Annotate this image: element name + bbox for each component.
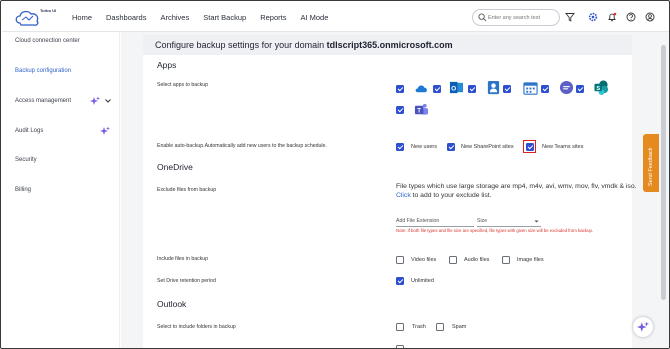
checkbox-audio-files[interactable] bbox=[449, 256, 457, 264]
sidebar-item-access-management[interactable]: Access management bbox=[15, 98, 71, 104]
checkbox-app-calendar[interactable] bbox=[541, 85, 549, 93]
contacts-icon bbox=[487, 80, 500, 95]
svg-text:O: O bbox=[451, 85, 456, 92]
send-feedback-button[interactable]: Send Feedback bbox=[643, 134, 659, 192]
video-files-label: Video files bbox=[411, 257, 437, 263]
section-onedrive-heading: OneDrive bbox=[157, 162, 193, 172]
auto-backup-label: Enable auto-backup.Automatically add new… bbox=[157, 143, 327, 149]
scrollbar-thumb[interactable] bbox=[661, 45, 666, 300]
sidebar-item-security[interactable]: Security bbox=[15, 157, 37, 163]
nav-dashboards[interactable]: Dashboards bbox=[106, 13, 146, 22]
trash-label: Trash bbox=[412, 324, 426, 330]
checkbox-new-users[interactable] bbox=[396, 143, 404, 151]
filter-icon[interactable] bbox=[565, 12, 575, 22]
checkbox-app-contacts[interactable] bbox=[503, 85, 511, 93]
settings-panel: Configure backup settings for your domai… bbox=[143, 35, 637, 348]
nav-home[interactable]: Home bbox=[72, 13, 92, 22]
bell-icon[interactable] bbox=[607, 12, 617, 22]
sidebar: Cloud connection center Backup configura… bbox=[2, 32, 120, 348]
section-apps-heading: Apps bbox=[157, 60, 177, 70]
checkbox-app-chat[interactable] bbox=[576, 85, 584, 93]
nav-reports[interactable]: Reports bbox=[260, 13, 286, 22]
exclude-files-label: Exclude files from backup bbox=[157, 187, 217, 193]
retention-label: Set Drive retention period bbox=[157, 278, 216, 284]
checkbox-unlimited[interactable] bbox=[396, 277, 404, 285]
checkbox-trash[interactable] bbox=[396, 323, 404, 331]
sidebar-item-billing[interactable]: Billing bbox=[15, 187, 31, 193]
unlimited-label: Unlimited bbox=[411, 278, 434, 284]
image-files-label: Image files bbox=[517, 257, 544, 263]
nav-start-backup[interactable]: Start Backup bbox=[203, 13, 246, 22]
checkbox-new-teams-sites[interactable] bbox=[526, 143, 534, 151]
ai-sparkle-icon bbox=[90, 96, 100, 105]
checkbox-spam[interactable] bbox=[436, 323, 444, 331]
sidebar-item-audit-logs[interactable]: Audit Logs bbox=[15, 128, 43, 134]
chevron-down-icon[interactable] bbox=[103, 96, 113, 106]
include-files-label: Include files in backup bbox=[157, 256, 209, 262]
checkbox-more-folder[interactable] bbox=[396, 345, 404, 348]
nav-ai-mode[interactable]: AI Mode bbox=[300, 13, 328, 22]
checkbox-new-sharepoint-sites[interactable] bbox=[447, 143, 455, 151]
search-box[interactable] bbox=[472, 9, 560, 26]
teams-chat-icon bbox=[559, 80, 574, 95]
sidebar-item-cloud-connection[interactable]: Cloud connection center bbox=[15, 38, 80, 44]
outlook-icon: O bbox=[449, 81, 464, 94]
spam-label: Spam bbox=[452, 324, 467, 330]
checkbox-video-files[interactable] bbox=[396, 256, 404, 264]
page-title: Configure backup settings for your domai… bbox=[143, 35, 632, 55]
checkbox-app-onedrive[interactable] bbox=[396, 85, 404, 93]
top-header: Turbo UI Home Dashboards Archives Start … bbox=[2, 2, 669, 32]
svg-text:S: S bbox=[596, 86, 600, 92]
audio-files-label: Audio files bbox=[464, 257, 490, 263]
exclude-note-text: Note: If both file types and file size a… bbox=[396, 228, 594, 233]
search-input[interactable] bbox=[488, 12, 556, 23]
teams-icon: T bbox=[414, 103, 429, 115]
size-underline bbox=[477, 226, 541, 227]
ai-sparkle-icon bbox=[100, 126, 110, 135]
include-folders-label: Select to include folders in backup bbox=[157, 324, 236, 330]
main-nav: Home Dashboards Archives Start Backup Re… bbox=[72, 2, 342, 32]
sidebar-item-backup-configuration[interactable]: Backup configuration bbox=[15, 68, 71, 74]
ai-sparkle-icon bbox=[637, 321, 649, 332]
new-users-label: New users bbox=[411, 144, 437, 150]
gear-icon[interactable] bbox=[588, 12, 598, 22]
section-outlook-heading: Outlook bbox=[157, 299, 187, 309]
ai-assistant-button[interactable] bbox=[633, 317, 653, 337]
help-icon[interactable] bbox=[626, 12, 636, 22]
onedrive-icon bbox=[415, 85, 427, 93]
size-dropdown-icon[interactable] bbox=[533, 218, 540, 225]
file-extension-underline bbox=[396, 226, 474, 227]
app-window: Turbo UI Home Dashboards Archives Start … bbox=[0, 0, 670, 349]
new-sharepoint-sites-label: New SharePoint sites bbox=[461, 144, 514, 150]
checkbox-app-outlook[interactable] bbox=[433, 85, 441, 93]
nav-archives[interactable]: Archives bbox=[160, 13, 189, 22]
file-extension-input[interactable]: Add File Extension bbox=[396, 218, 439, 224]
logo-text: Turbo UI bbox=[40, 8, 57, 13]
click-add-link[interactable]: Click bbox=[396, 192, 411, 199]
user-avatar-icon[interactable] bbox=[645, 12, 655, 22]
main-content: Configure backup settings for your domai… bbox=[121, 32, 658, 348]
select-apps-label: Select apps to backup bbox=[157, 82, 209, 88]
size-select[interactable]: Size bbox=[477, 218, 487, 224]
domain-name: tdlscript365.onmicrosoft.com bbox=[326, 40, 453, 50]
calendar-icon bbox=[523, 82, 538, 95]
new-teams-sites-label: New Teams sites bbox=[542, 144, 584, 150]
checkbox-app-mail[interactable] bbox=[468, 85, 476, 93]
checkbox-app-teams[interactable] bbox=[396, 106, 404, 114]
svg-text:T: T bbox=[417, 107, 421, 114]
search-icon bbox=[478, 13, 487, 22]
sharepoint-icon: S bbox=[594, 80, 609, 95]
exclude-info-text: File types which use large storage are m… bbox=[396, 183, 637, 199]
checkbox-image-files[interactable] bbox=[502, 256, 510, 264]
